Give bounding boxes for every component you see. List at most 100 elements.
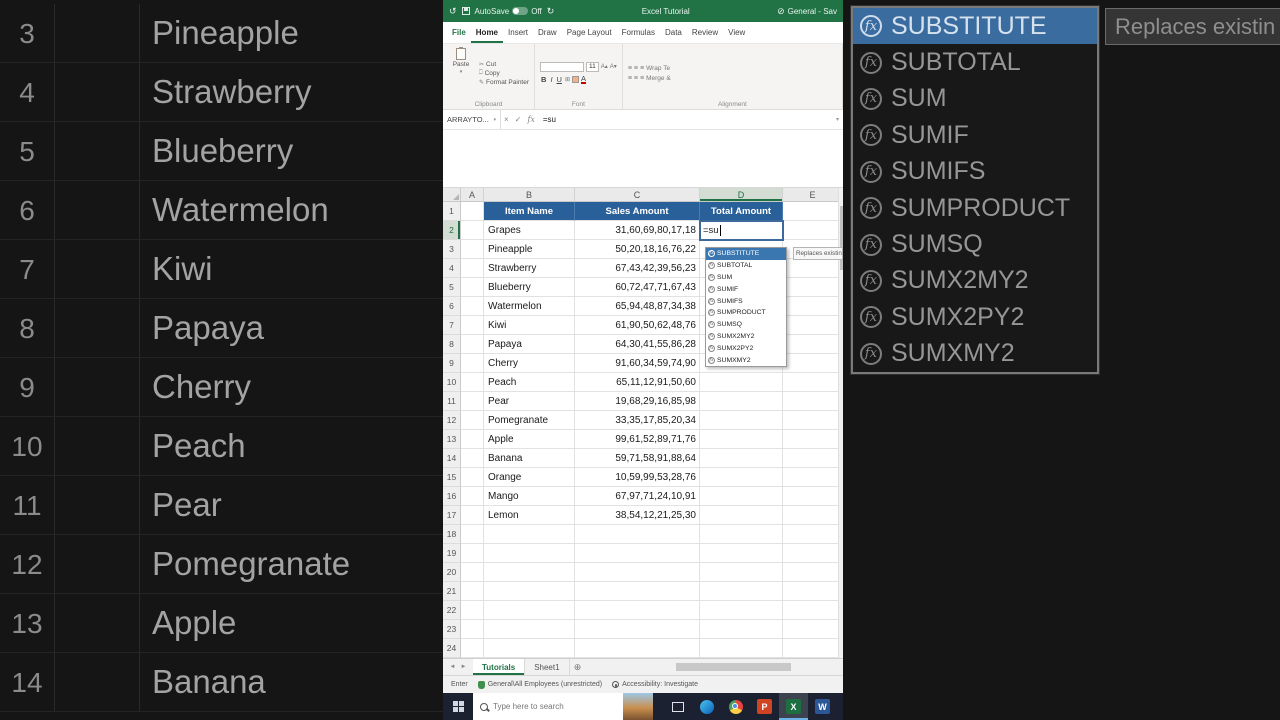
cell-C19[interactable] xyxy=(575,544,700,563)
autocomplete-item-sumproduct[interactable]: fx SUMPRODUCT xyxy=(706,307,786,319)
cell-E10[interactable] xyxy=(783,373,843,392)
sensitivity-status[interactable]: General\All Employees (unrestricted) xyxy=(477,680,602,689)
cell-B14[interactable]: Banana xyxy=(484,449,575,468)
insert-function-icon[interactable]: fx xyxy=(524,115,537,124)
excel-taskbar-item[interactable]: X xyxy=(779,693,808,720)
cell-D10[interactable] xyxy=(700,373,783,392)
autocomplete-item-sumx2py2[interactable]: fx SUMX2PY2 xyxy=(706,342,786,354)
formula-bar-expanded-area[interactable] xyxy=(443,130,843,188)
row-header-21[interactable]: 21 xyxy=(443,582,461,601)
cell-E9[interactable] xyxy=(783,354,843,373)
cell-E16[interactable] xyxy=(783,487,843,506)
cell-B23[interactable] xyxy=(484,620,575,639)
horizontal-scrollbar[interactable] xyxy=(586,659,843,675)
cell-A8[interactable] xyxy=(461,335,484,354)
row-header-18[interactable]: 18 xyxy=(443,525,461,544)
cancel-icon[interactable]: × xyxy=(501,115,512,124)
cell-C15[interactable]: 10,59,99,53,28,76 xyxy=(575,468,700,487)
cell-A5[interactable] xyxy=(461,278,484,297)
cell-A3[interactable] xyxy=(461,240,484,259)
cell-A11[interactable] xyxy=(461,392,484,411)
cell-B17[interactable]: Lemon xyxy=(484,506,575,525)
sheet-nav-arrows[interactable]: ◄ ► xyxy=(443,659,473,675)
cell-A2[interactable] xyxy=(461,221,484,240)
autocomplete-item-subtotal[interactable]: fx SUBTOTAL xyxy=(706,260,786,272)
cell-A12[interactable] xyxy=(461,411,484,430)
cell-B10[interactable]: Peach xyxy=(484,373,575,392)
cell-A1[interactable] xyxy=(461,202,484,221)
cell-E11[interactable] xyxy=(783,392,843,411)
save-icon[interactable] xyxy=(461,7,470,15)
taskbar-photo-thumbnail[interactable] xyxy=(623,693,653,720)
cell-D12[interactable] xyxy=(700,411,783,430)
redo-icon[interactable]: ↻ xyxy=(547,6,555,16)
cell-C20[interactable] xyxy=(575,563,700,582)
cell-A20[interactable] xyxy=(461,563,484,582)
cell-E24[interactable] xyxy=(783,639,843,658)
cell-D23[interactable] xyxy=(700,620,783,639)
cell-A10[interactable] xyxy=(461,373,484,392)
cell-C8[interactable]: 64,30,41,55,86,28 xyxy=(575,335,700,354)
underline-button[interactable]: U xyxy=(556,75,563,84)
autocomplete-item-sumxmy2[interactable]: fx SUMXMY2 xyxy=(706,354,786,366)
cell-E18[interactable] xyxy=(783,525,843,544)
cell-A14[interactable] xyxy=(461,449,484,468)
autocomplete-item-sumx2my2[interactable]: fx SUMX2MY2 xyxy=(706,331,786,343)
copy-button[interactable]: ⎕ Copy xyxy=(479,70,529,77)
font-name-box[interactable] xyxy=(540,61,585,72)
cell-E14[interactable] xyxy=(783,449,843,468)
row-header-16[interactable]: 16 xyxy=(443,487,461,506)
column-header-d[interactable]: D xyxy=(700,188,783,201)
cell-D17[interactable] xyxy=(700,506,783,525)
cell-A13[interactable] xyxy=(461,430,484,449)
bold-button[interactable]: B xyxy=(540,75,547,84)
autocomplete-item-sumif[interactable]: fx SUMIF xyxy=(706,283,786,295)
cell-D21[interactable] xyxy=(700,582,783,601)
row-header-24[interactable]: 24 xyxy=(443,639,461,658)
cell-D19[interactable] xyxy=(700,544,783,563)
cell-E4[interactable] xyxy=(783,259,843,278)
wrap-text-button[interactable]: Wrap Te xyxy=(646,65,670,72)
cell-B18[interactable] xyxy=(484,525,575,544)
ribbon-tab-formulas[interactable]: Formulas xyxy=(617,22,660,43)
ribbon-tab-page-layout[interactable]: Page Layout xyxy=(562,22,617,43)
cell-B5[interactable]: Blueberry xyxy=(484,278,575,297)
row-header-3[interactable]: 3 xyxy=(443,240,461,259)
row-header-2[interactable]: 2 xyxy=(443,221,461,240)
row-header-9[interactable]: 9 xyxy=(443,354,461,373)
row-header-12[interactable]: 12 xyxy=(443,411,461,430)
next-sheet-icon[interactable]: ► xyxy=(461,664,467,670)
cell-D13[interactable] xyxy=(700,430,783,449)
ribbon-tab-insert[interactable]: Insert xyxy=(503,22,533,43)
cell-E21[interactable] xyxy=(783,582,843,601)
cell-C11[interactable]: 19,68,29,16,85,98 xyxy=(575,392,700,411)
cell-B7[interactable]: Kiwi xyxy=(484,316,575,335)
font-size-box[interactable]: 11 xyxy=(586,61,599,72)
powerpoint-taskbar-item[interactable]: P xyxy=(750,693,779,720)
ribbon-tab-review[interactable]: Review xyxy=(687,22,723,43)
cut-button[interactable]: ✂ Cut xyxy=(479,61,529,68)
paste-button[interactable]: Paste ▾ xyxy=(448,47,474,98)
cell-C10[interactable]: 65,11,12,91,50,60 xyxy=(575,373,700,392)
cell-D20[interactable] xyxy=(700,563,783,582)
cell-B22[interactable] xyxy=(484,601,575,620)
cell-A16[interactable] xyxy=(461,487,484,506)
cell-C24[interactable] xyxy=(575,639,700,658)
start-button[interactable] xyxy=(443,693,473,720)
prev-sheet-icon[interactable]: ◄ xyxy=(450,664,456,670)
row-header-4[interactable]: 4 xyxy=(443,259,461,278)
cell-C1[interactable]: Sales Amount xyxy=(575,202,700,221)
grow-font-icon[interactable]: A▴ xyxy=(601,63,608,70)
cell-D1[interactable]: Total Amount xyxy=(700,202,783,221)
name-box[interactable]: ARRAYTO... ▾ xyxy=(443,110,501,129)
formula-text[interactable]: =su xyxy=(538,115,556,124)
cell-C17[interactable]: 38,54,12,21,25,30 xyxy=(575,506,700,525)
cell-C4[interactable]: 67,43,42,39,56,23 xyxy=(575,259,700,278)
italic-button[interactable]: I xyxy=(549,75,553,84)
autocomplete-item-sumifs[interactable]: fx SUMIFS xyxy=(706,295,786,307)
borders-icon[interactable]: ⊞ xyxy=(565,76,570,83)
undo-icon[interactable]: ↺ xyxy=(449,6,457,16)
row-header-19[interactable]: 19 xyxy=(443,544,461,563)
cell-A19[interactable] xyxy=(461,544,484,563)
cell-E5[interactable] xyxy=(783,278,843,297)
